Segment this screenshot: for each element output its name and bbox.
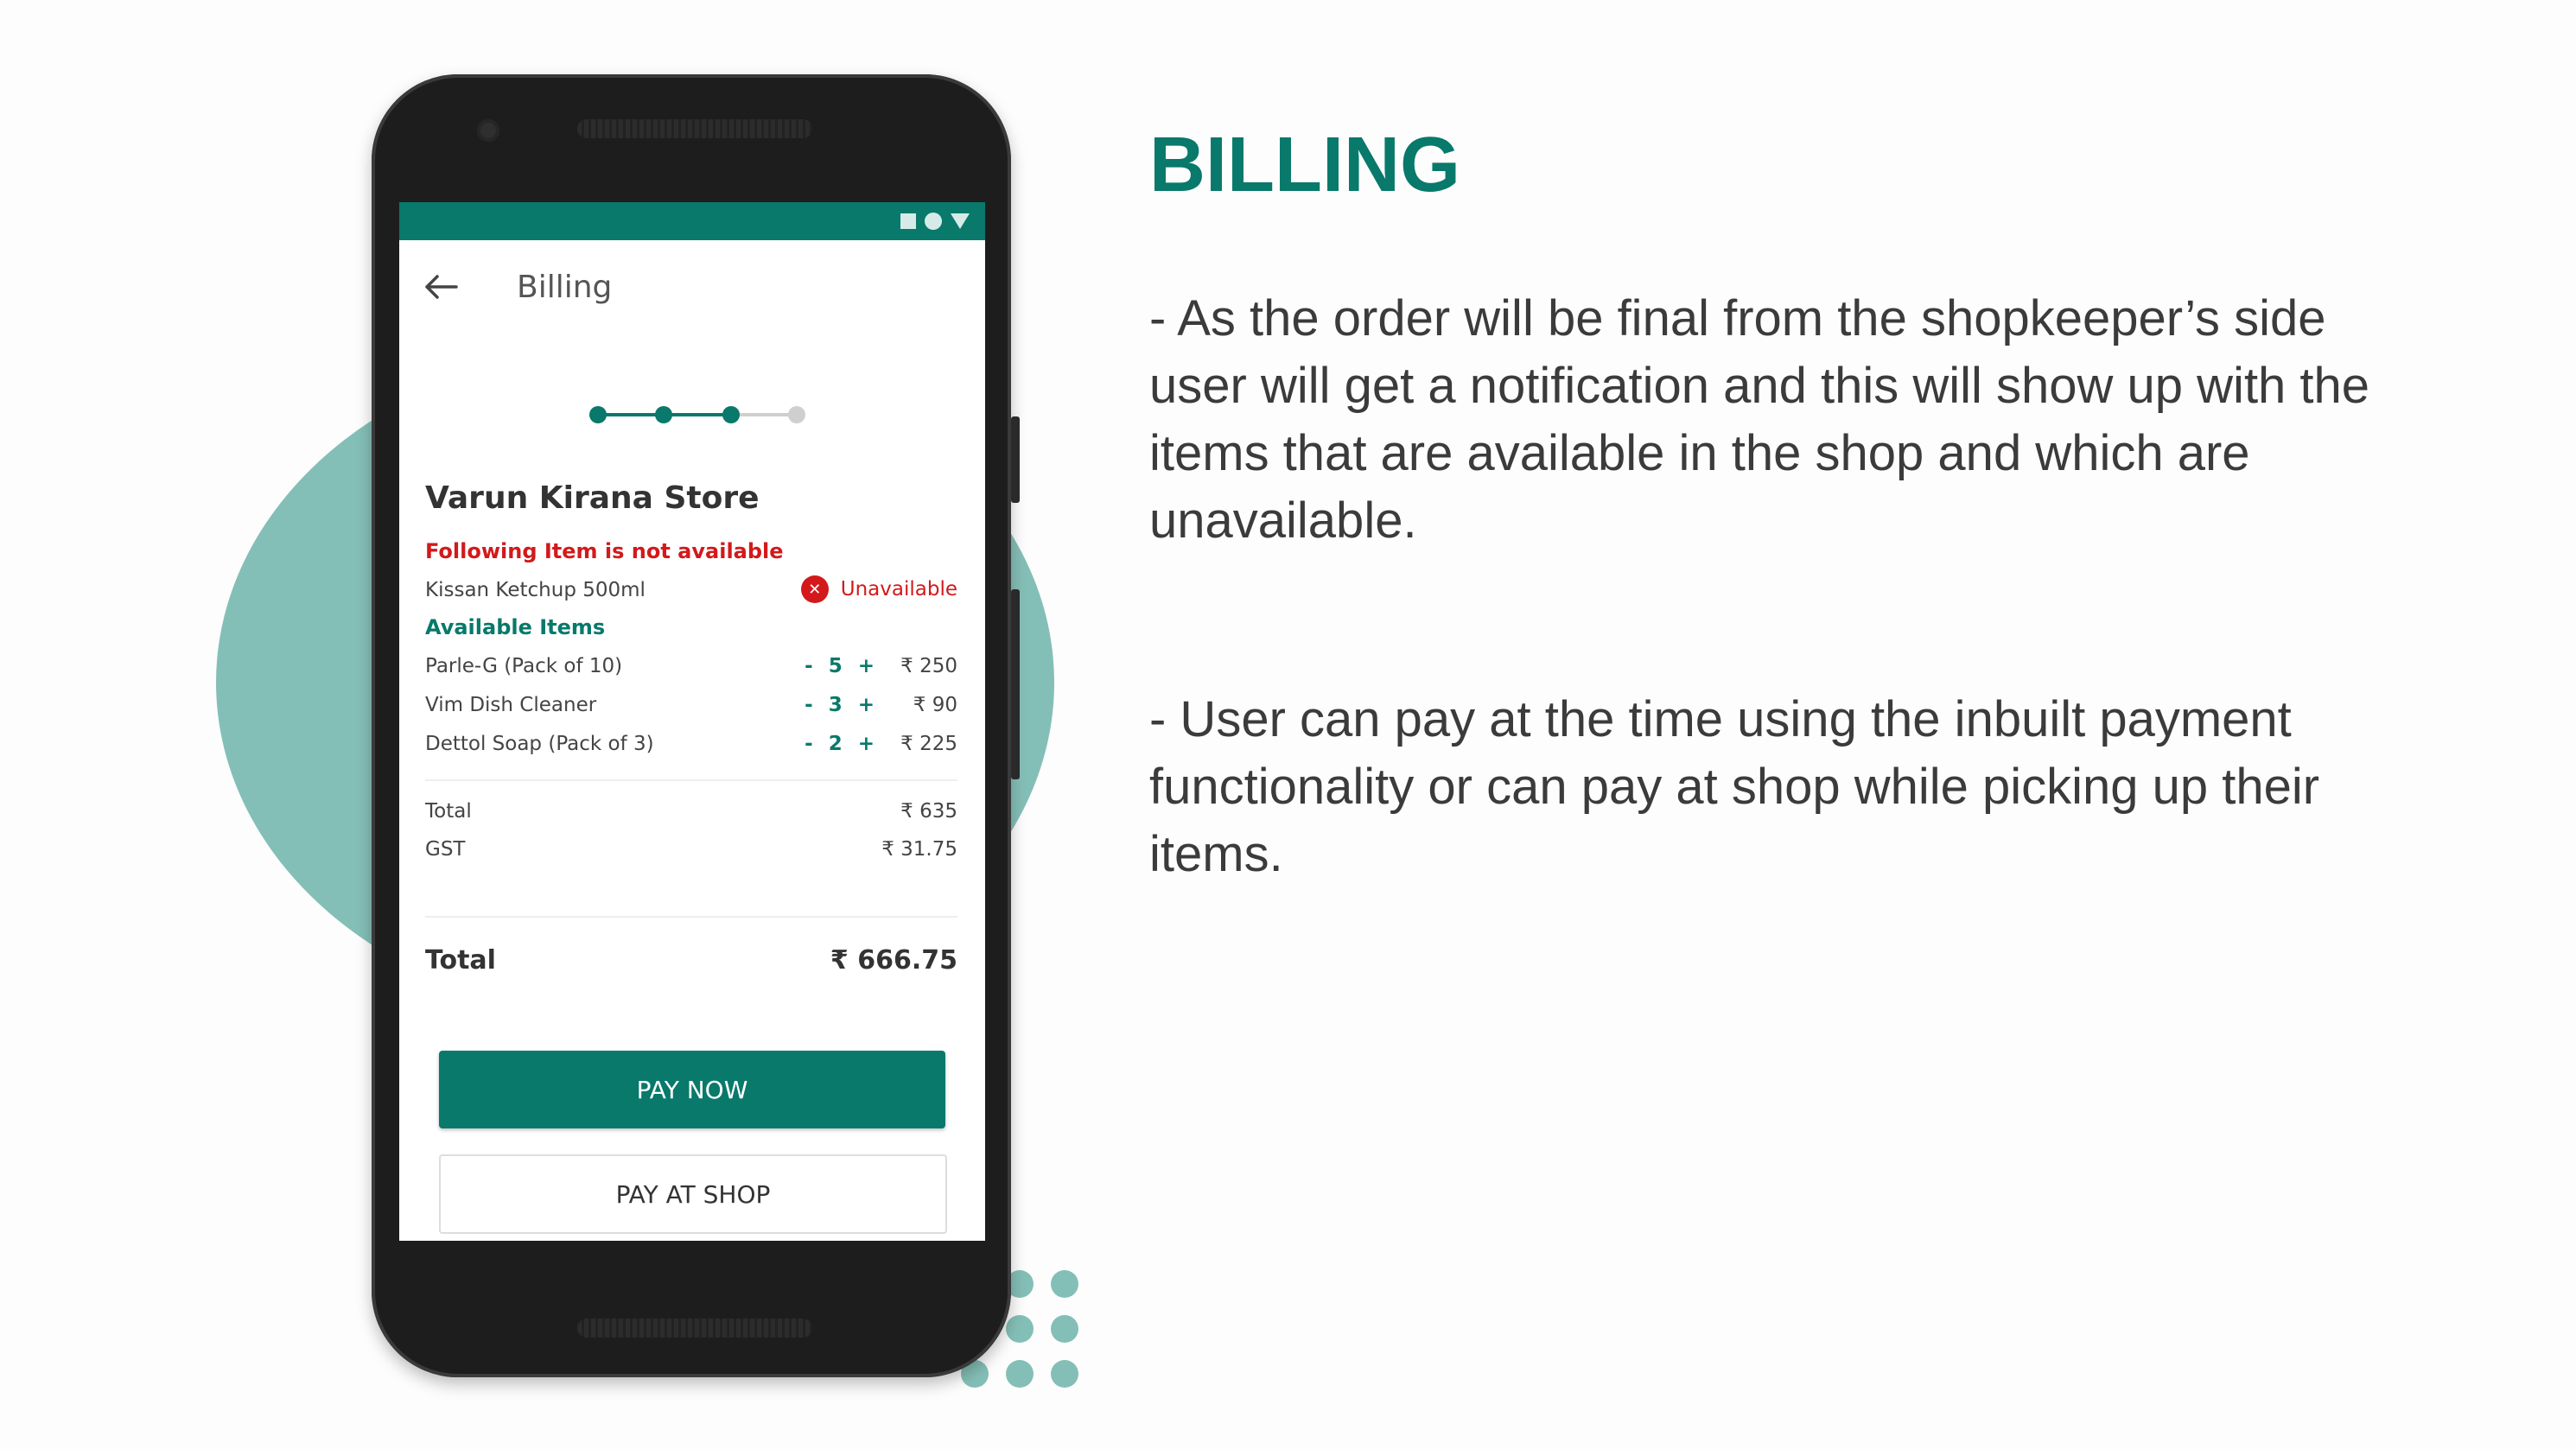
grand-total-row: Total ₹ 666.75	[425, 945, 957, 976]
list-item: Parle-G (Pack of 10) - 5 + ₹ 250	[425, 655, 957, 677]
item-price: ₹ 225	[900, 733, 957, 755]
item-price: ₹ 250	[900, 655, 957, 677]
gst-value: ₹ 31.75	[881, 838, 957, 861]
status-bar	[399, 202, 985, 240]
step-3	[722, 406, 740, 423]
quantity-stepper: - 5 +	[805, 655, 875, 677]
phone-speaker-top	[577, 119, 812, 138]
home-icon	[925, 213, 942, 230]
subtotal-label: Total	[425, 800, 472, 823]
arrow-left-icon[interactable]	[422, 270, 460, 304]
unavailable-notice: Following Item is not available	[425, 539, 784, 563]
progress-stepper	[589, 406, 805, 423]
slide-paragraph-2: - User can pay at the time using the inb…	[1149, 691, 2320, 882]
quantity-value: 2	[828, 733, 843, 755]
step-1	[589, 406, 607, 423]
item-price: ₹ 90	[913, 694, 957, 716]
app-bar: Billing	[399, 254, 985, 323]
step-4	[788, 406, 805, 423]
gst-label: GST	[425, 838, 466, 861]
available-items-heading: Available Items	[425, 615, 606, 639]
grand-total-value: ₹ 666.75	[830, 945, 957, 976]
phone-volume-button	[1011, 589, 1020, 779]
increment-button[interactable]: +	[858, 694, 875, 716]
gst-row: GST ₹ 31.75	[425, 838, 957, 861]
quantity-value: 3	[828, 694, 843, 716]
item-name: Dettol Soap (Pack of 3)	[425, 733, 654, 755]
divider	[425, 916, 957, 918]
page-title: Billing	[517, 270, 613, 305]
decrement-button[interactable]: -	[805, 733, 813, 755]
quantity-stepper: - 3 +	[805, 694, 875, 716]
phone-side-button	[1011, 416, 1020, 503]
list-item: Vim Dish Cleaner - 3 + ₹ 90	[425, 694, 957, 716]
quantity-value: 5	[828, 655, 843, 677]
quantity-stepper: - 2 +	[805, 733, 875, 755]
pay-at-shop-button[interactable]: PAY AT SHOP	[439, 1154, 947, 1234]
signal-icon	[951, 213, 970, 229]
unavailable-badge: ✕ Unavailable	[800, 575, 957, 603]
store-name: Varun Kirana Store	[425, 480, 760, 516]
step-2	[655, 406, 672, 423]
list-item: Dettol Soap (Pack of 3) - 2 + ₹ 225	[425, 733, 957, 755]
increment-button[interactable]: +	[858, 655, 875, 677]
subtotal-row: Total ₹ 635	[425, 800, 957, 823]
decrement-button[interactable]: -	[805, 694, 813, 716]
app-screen: Billing Varun Kirana Store Following Ite…	[399, 202, 985, 1241]
increment-button[interactable]: +	[858, 733, 875, 755]
unavailable-item-row: Kissan Ketchup 500ml ✕ Unavailable	[425, 575, 957, 603]
phone-speaker-bottom	[577, 1319, 812, 1338]
decrement-button[interactable]: -	[805, 655, 813, 677]
x-circle-icon: ✕	[800, 575, 829, 603]
slide-heading: BILLING	[1149, 122, 1460, 208]
pay-now-button[interactable]: PAY NOW	[439, 1051, 945, 1128]
item-name: Vim Dish Cleaner	[425, 694, 597, 716]
unavailable-label: Unavailable	[840, 578, 957, 601]
phone-mockup: Billing Varun Kirana Store Following Ite…	[372, 74, 1020, 1377]
grand-total-label: Total	[425, 945, 496, 976]
camera-icon	[477, 119, 499, 142]
item-name: Kissan Ketchup 500ml	[425, 579, 646, 601]
subtotal-value: ₹ 635	[900, 800, 957, 823]
recents-icon	[900, 213, 916, 229]
item-name: Parle-G (Pack of 10)	[425, 655, 623, 677]
slide-paragraph-1: - As the order will be final from the sh…	[1149, 290, 2370, 549]
divider	[425, 779, 957, 781]
